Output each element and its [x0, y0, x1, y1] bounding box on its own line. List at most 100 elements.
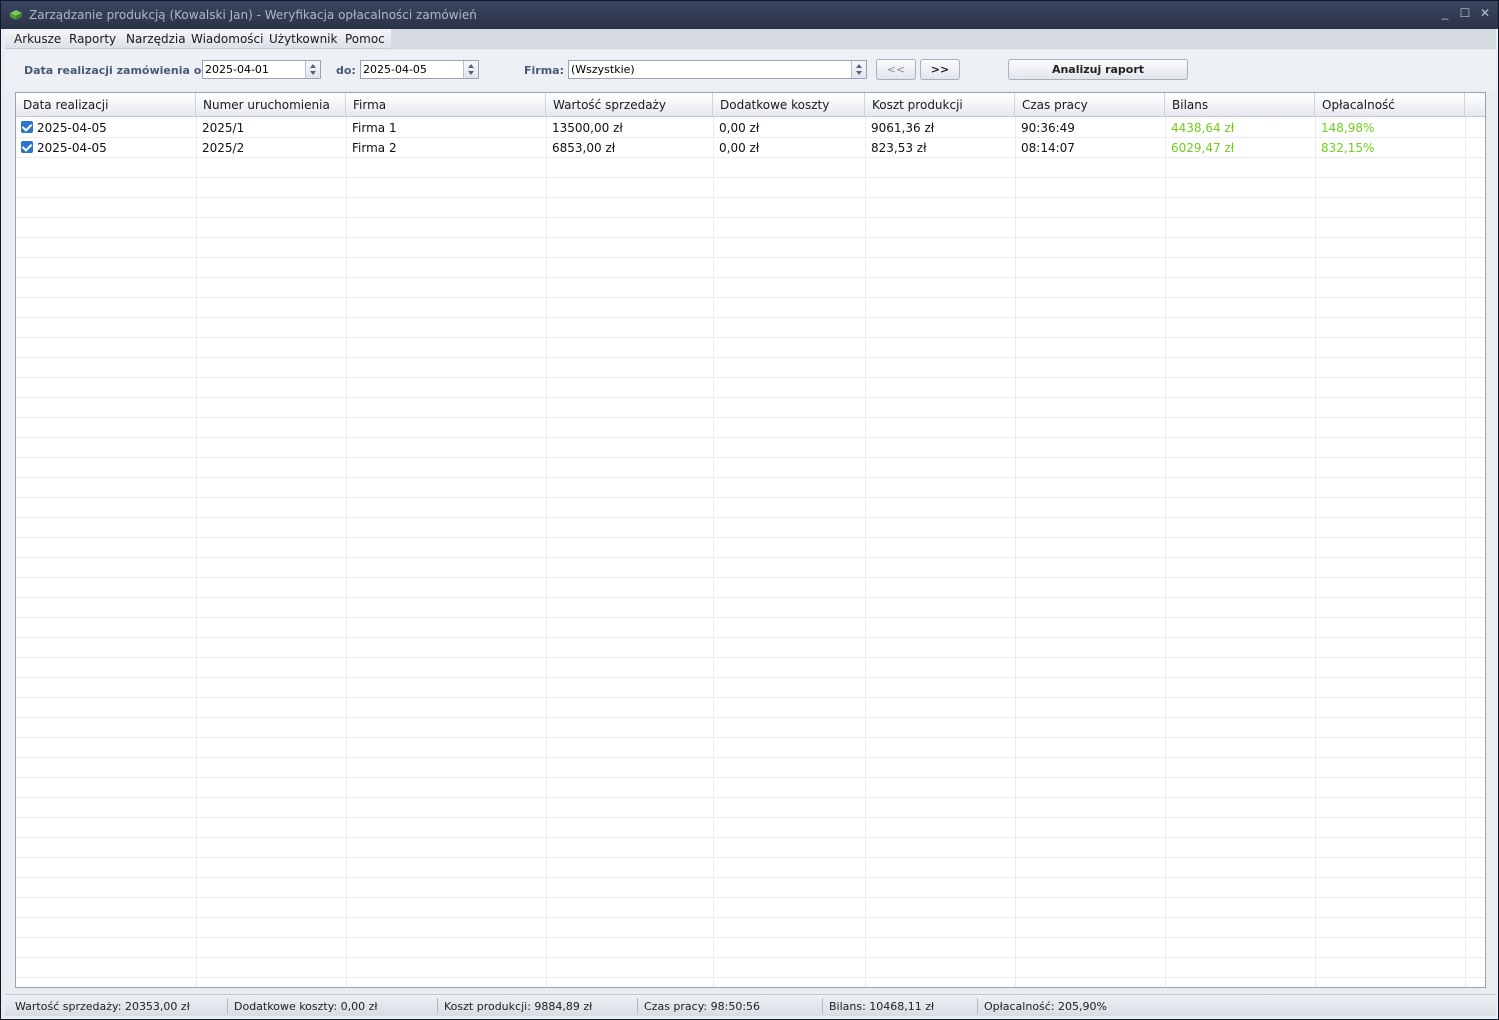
- status-balance: Bilans: 10468,11 zł: [829, 1000, 935, 1013]
- status-separator: [227, 998, 228, 1014]
- cell-work-time: 08:14:07: [1021, 141, 1075, 155]
- status-production-cost: Koszt produkcji: 9884,89 zł: [444, 1000, 593, 1013]
- empty-row: [16, 898, 1485, 918]
- menu-narzedzia[interactable]: Narzędzia: [126, 32, 186, 46]
- empty-row: [16, 758, 1485, 778]
- empty-row: [16, 538, 1485, 558]
- cell-profitability: 148,98%: [1321, 121, 1375, 135]
- checkbox-checked-icon[interactable]: [21, 121, 33, 133]
- firm-label: Firma:: [524, 64, 564, 77]
- empty-row: [16, 878, 1485, 898]
- menu-wiadomosci[interactable]: Wiadomości: [191, 32, 263, 46]
- col-header-work-time[interactable]: Czas pracy: [1015, 93, 1165, 117]
- cell-sales: 13500,00 zł: [552, 121, 623, 135]
- cell-date: 2025-04-05: [16, 118, 107, 138]
- empty-row: [16, 218, 1485, 238]
- date-to-value: 2025-04-05: [363, 63, 427, 76]
- empty-row: [16, 298, 1485, 318]
- empty-row: [16, 938, 1485, 958]
- menu-raporty[interactable]: Raporty: [69, 32, 116, 46]
- title-bar[interactable]: Zarządzanie produkcją (Kowalski Jan) - W…: [1, 1, 1498, 29]
- empty-row: [16, 338, 1485, 358]
- menu-bar-filler: [391, 29, 1496, 49]
- menu-bar: Arkusze Raporty Narzędzia Wiadomości Uży…: [5, 29, 1496, 49]
- empty-row: [16, 258, 1485, 278]
- empty-row: [16, 698, 1485, 718]
- empty-row: [16, 438, 1485, 458]
- empty-row: [16, 678, 1485, 698]
- col-header-production-cost[interactable]: Koszt produkcji: [865, 93, 1015, 117]
- cell-date: 2025-04-05: [16, 138, 107, 158]
- app-logo-icon: [10, 10, 22, 20]
- cell-extra-costs: 0,00 zł: [719, 141, 760, 155]
- minimize-icon[interactable]: _: [1438, 6, 1452, 20]
- firm-select-value: (Wszystkie): [571, 63, 635, 76]
- status-extra-costs: Dodatkowe koszty: 0,00 zł: [234, 1000, 378, 1013]
- cell-run-number: 2025/1: [202, 121, 245, 135]
- empty-row: [16, 558, 1485, 578]
- table-row[interactable]: 2025-04-05 2025/1 Firma 1 13500,00 zł 0,…: [16, 118, 1485, 138]
- empty-row: [16, 478, 1485, 498]
- empty-row: [16, 358, 1485, 378]
- cell-firm: Firma 2: [352, 141, 397, 155]
- date-to-input[interactable]: 2025-04-05: [360, 60, 479, 79]
- empty-row: [16, 158, 1485, 178]
- empty-row: [16, 518, 1485, 538]
- empty-row: [16, 318, 1485, 338]
- status-bar: Wartość sprzedaży: 20353,00 zł Dodatkowe…: [5, 994, 1496, 1016]
- col-header-run-number[interactable]: Numer uruchomienia: [196, 93, 346, 117]
- orders-grid[interactable]: Data realizacji Numer uruchomienia Firma…: [15, 92, 1486, 988]
- empty-row: [16, 778, 1485, 798]
- menu-arkusze[interactable]: Arkusze: [14, 32, 61, 46]
- empty-row: [16, 458, 1485, 478]
- maximize-icon[interactable]: ☐: [1458, 6, 1472, 20]
- close-icon[interactable]: ✕: [1478, 6, 1492, 20]
- date-from-input[interactable]: 2025-04-01: [202, 60, 321, 79]
- menu-pomoc[interactable]: Pomoc: [345, 32, 385, 46]
- grid-header: Data realizacji Numer uruchomienia Firma…: [16, 93, 1485, 117]
- empty-row: [16, 638, 1485, 658]
- cell-work-time: 90:36:49: [1021, 121, 1075, 135]
- status-separator: [977, 998, 978, 1014]
- firm-select[interactable]: (Wszystkie): [568, 60, 867, 79]
- col-header-profitability[interactable]: Opłacalność: [1315, 93, 1465, 117]
- prev-button[interactable]: <<: [876, 59, 916, 80]
- date-from-spinner-icon[interactable]: [305, 61, 320, 78]
- col-header-firm[interactable]: Firma: [346, 93, 546, 117]
- empty-row: [16, 958, 1485, 978]
- col-header-extra-costs[interactable]: Dodatkowe koszty: [713, 93, 865, 117]
- empty-row: [16, 418, 1485, 438]
- firm-select-spinner-icon[interactable]: [851, 61, 866, 78]
- date-to-spinner-icon[interactable]: [463, 61, 478, 78]
- cell-date-text: 2025-04-05: [37, 121, 107, 135]
- next-button[interactable]: >>: [920, 59, 960, 80]
- cell-firm: Firma 1: [352, 121, 397, 135]
- cell-balance: 6029,47 zł: [1171, 141, 1235, 155]
- empty-row: [16, 278, 1485, 298]
- col-header-date[interactable]: Data realizacji: [16, 93, 196, 117]
- table-row[interactable]: 2025-04-05 2025/2 Firma 2 6853,00 zł 0,0…: [16, 138, 1485, 158]
- empty-row: [16, 838, 1485, 858]
- empty-row: [16, 578, 1485, 598]
- empty-row: [16, 238, 1485, 258]
- app-window: Zarządzanie produkcją (Kowalski Jan) - W…: [0, 0, 1499, 1020]
- analyze-report-button[interactable]: Analizuj raport: [1008, 59, 1188, 80]
- date-from-value: 2025-04-01: [205, 63, 269, 76]
- cell-extra-costs: 0,00 zł: [719, 121, 760, 135]
- cell-run-number: 2025/2: [202, 141, 245, 155]
- status-sales: Wartość sprzedaży: 20353,00 zł: [15, 1000, 190, 1013]
- status-separator: [822, 998, 823, 1014]
- empty-row: [16, 398, 1485, 418]
- empty-row: [16, 918, 1485, 938]
- date-to-label: do:: [336, 64, 356, 77]
- cell-date-text: 2025-04-05: [37, 141, 107, 155]
- col-header-sales[interactable]: Wartość sprzedaży: [546, 93, 713, 117]
- checkbox-checked-icon[interactable]: [21, 141, 33, 153]
- col-header-balance[interactable]: Bilans: [1165, 93, 1315, 117]
- cell-balance: 4438,64 zł: [1171, 121, 1235, 135]
- filter-toolbar: Data realizacji zamówienia od: 2025-04-0…: [5, 50, 1496, 90]
- empty-row: [16, 798, 1485, 818]
- empty-row: [16, 178, 1485, 198]
- status-work-time: Czas pracy: 98:50:56: [644, 1000, 761, 1013]
- menu-uzytkownik[interactable]: Użytkownik: [269, 32, 337, 46]
